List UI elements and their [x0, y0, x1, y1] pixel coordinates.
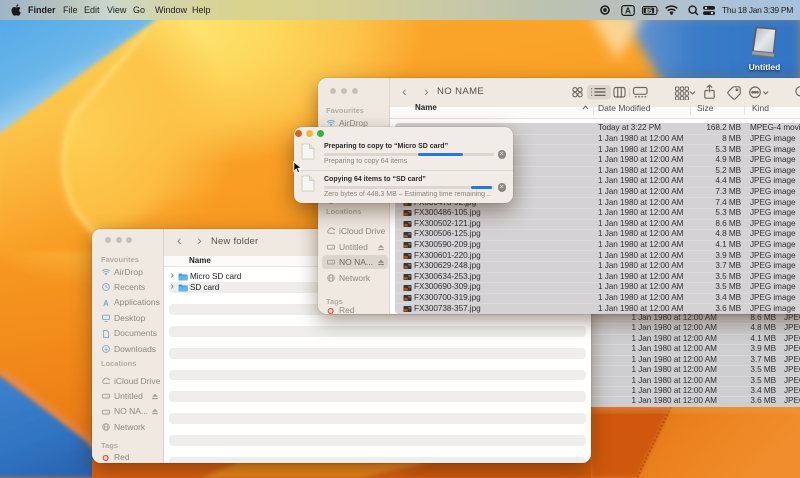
svg-text:A: A [625, 6, 631, 15]
svg-text:A: A [103, 299, 109, 307]
svg-text:85: 85 [645, 8, 652, 15]
